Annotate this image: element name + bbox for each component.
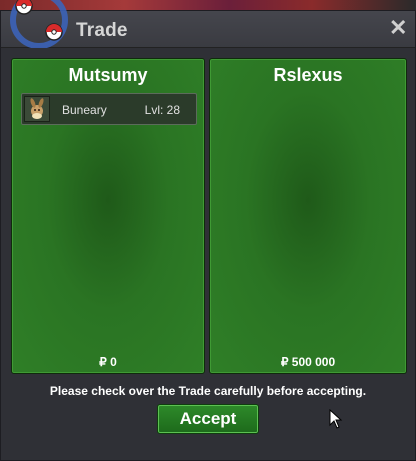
item-level: Lvl: 28 (144, 103, 180, 117)
trade-item[interactable]: Buneary Lvl: 28 (21, 93, 197, 125)
mouse-cursor-icon (329, 408, 343, 429)
accept-button[interactable]: Accept (157, 404, 259, 434)
right-trade-panel: Rslexus ₽ 500 000 (209, 58, 407, 374)
left-player-name: Mutsumy (68, 65, 148, 85)
trade-notice: Please check over the Trade carefully be… (49, 384, 367, 398)
pokeball-arrows-logo-icon (8, 0, 70, 49)
trade-window: Trade ✕ Mutsumy Buneary Lvl: 28 ₽ 0 Rsle… (0, 10, 416, 461)
right-money: ₽ 500 000 (280, 355, 336, 369)
item-name: Buneary (62, 103, 107, 117)
close-icon[interactable]: ✕ (389, 17, 407, 39)
left-trade-panel: Mutsumy Buneary Lvl: 28 ₽ 0 (11, 58, 205, 374)
window-title: Trade (76, 20, 128, 41)
right-player-name: Rslexus (273, 65, 343, 85)
left-money: ₽ 0 (99, 355, 117, 369)
buneary-sprite-icon (24, 96, 50, 122)
